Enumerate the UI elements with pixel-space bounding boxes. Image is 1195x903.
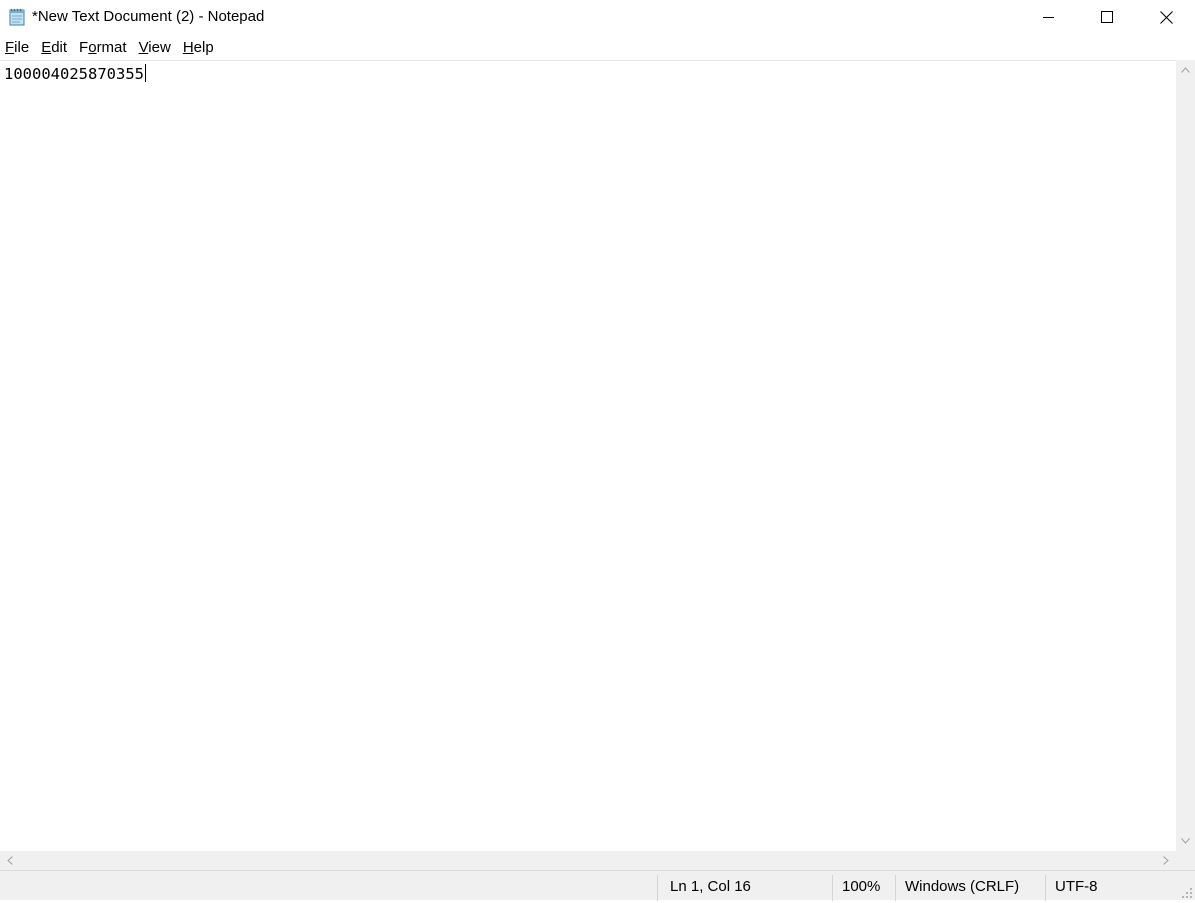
resize-grip-icon[interactable] [1181,886,1193,898]
scroll-down-button[interactable] [1176,831,1195,851]
scroll-left-button[interactable] [0,851,20,870]
menu-format[interactable]: Format [73,36,133,60]
menu-help[interactable]: Help [177,36,220,60]
minimize-button[interactable] [1020,0,1078,34]
chevron-down-icon [1181,838,1190,844]
cursor-position: Ln 1, Col 16 [657,875,832,901]
title-bar[interactable]: *New Text Document (2) - Notepad [0,0,1195,34]
scroll-right-button[interactable] [1156,851,1176,870]
text-caret [144,64,146,82]
scrollbar-corner [1176,851,1195,870]
close-button[interactable] [1137,0,1195,34]
menu-edit[interactable]: Edit [35,36,73,60]
status-bar: Ln 1, Col 16 100% Windows (CRLF) UTF-8 [0,870,1195,901]
chevron-right-icon [1163,856,1169,865]
menu-view[interactable]: View [133,36,177,60]
menu-file[interactable]: File [0,36,35,60]
notepad-icon[interactable] [8,8,27,26]
editor-content[interactable]: 100004025870355 [4,64,146,84]
horizontal-scrollbar[interactable] [0,851,1176,870]
close-icon [1159,10,1173,24]
vertical-scrollbar[interactable] [1176,60,1195,851]
chevron-up-icon [1181,67,1190,73]
maximize-icon [1101,11,1113,23]
zoom-level: 100% [832,875,895,901]
maximize-button[interactable] [1078,0,1136,34]
editor-text: 100004025870355 [4,65,144,83]
notepad-window: *New Text Document (2) - Notepad File Ed… [0,0,1195,901]
encoding: UTF-8 [1045,875,1175,901]
minimize-icon [1043,17,1054,18]
scroll-up-button[interactable] [1176,60,1195,80]
text-editor[interactable]: 100004025870355 [0,60,1176,851]
chevron-left-icon [7,856,13,865]
line-ending: Windows (CRLF) [895,875,1045,901]
window-title: *New Text Document (2) - Notepad [32,8,265,25]
menu-bar: File Edit Format View Help [0,36,1195,60]
